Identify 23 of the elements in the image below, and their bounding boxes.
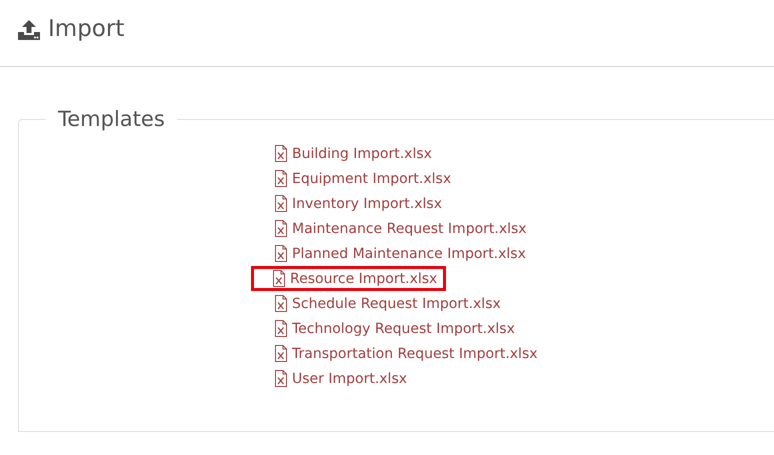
- file-link[interactable]: Planned Maintenance Import.xlsx: [271, 241, 533, 266]
- file-link[interactable]: Maintenance Request Import.xlsx: [271, 216, 534, 241]
- spreadsheet-file-icon: [274, 320, 288, 337]
- file-link[interactable]: Technology Request Import.xlsx: [271, 316, 522, 341]
- file-link[interactable]: Resource Import.xlsx: [251, 266, 446, 291]
- file-link[interactable]: Inventory Import.xlsx: [271, 191, 449, 216]
- spreadsheet-file-icon: [272, 270, 286, 287]
- spreadsheet-file-icon: [274, 145, 288, 162]
- file-link[interactable]: Building Import.xlsx: [271, 141, 439, 166]
- spreadsheet-file-icon: [274, 295, 288, 312]
- panel-legend: Templates: [46, 107, 177, 131]
- file-link[interactable]: User Import.xlsx: [271, 366, 414, 391]
- spreadsheet-file-icon: [274, 195, 288, 212]
- file-link[interactable]: Equipment Import.xlsx: [271, 166, 458, 191]
- upload-icon: [17, 19, 41, 41]
- file-link[interactable]: Schedule Request Import.xlsx: [271, 291, 508, 316]
- spreadsheet-file-icon: [274, 220, 288, 237]
- spreadsheet-file-icon: [274, 345, 288, 362]
- page-title: Import: [48, 16, 124, 42]
- spreadsheet-file-icon: [274, 170, 288, 187]
- spreadsheet-file-icon: [274, 245, 288, 262]
- spreadsheet-file-icon: [274, 370, 288, 387]
- file-link[interactable]: Transportation Request Import.xlsx: [271, 341, 545, 366]
